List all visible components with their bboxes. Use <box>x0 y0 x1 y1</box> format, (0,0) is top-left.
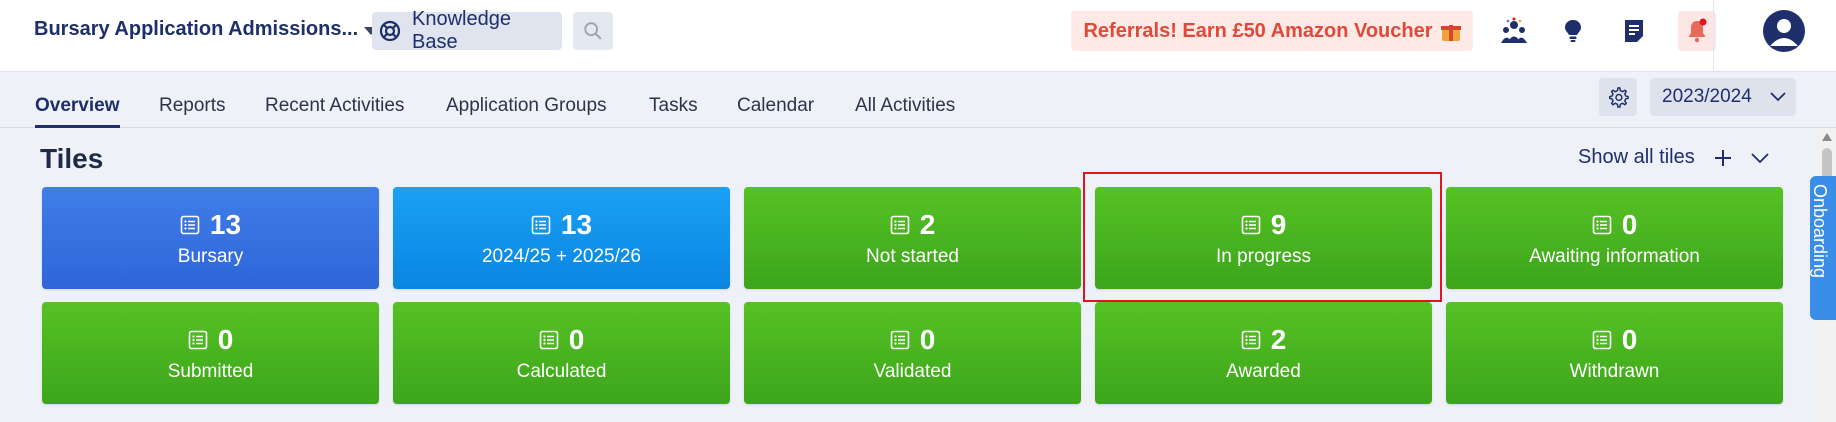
tile-label: Withdrawn <box>1569 361 1660 382</box>
tile-header: 13 <box>180 208 241 242</box>
plus-icon[interactable] <box>1713 148 1733 168</box>
list-icon <box>1592 215 1612 235</box>
list-icon <box>180 215 200 235</box>
tile-header: 0 <box>1592 323 1638 357</box>
tile-header: 2 <box>1241 323 1287 357</box>
community-icon[interactable] <box>1497 14 1531 48</box>
tile-validated[interactable]: 0 Validated <box>744 302 1081 404</box>
tile-header: 2 <box>890 208 936 242</box>
tab-overview[interactable]: Overview <box>35 95 120 128</box>
scroll-up-arrow-icon[interactable] <box>1822 133 1832 141</box>
tile-count: 13 <box>209 209 242 240</box>
tiles-section-title: Tiles <box>40 143 104 174</box>
tile-count: 2 <box>1270 324 1287 355</box>
list-icon <box>539 330 559 350</box>
chevron-down-icon[interactable] <box>1751 152 1769 164</box>
tile-count: 13 <box>560 209 593 240</box>
tile-not-started[interactable]: 2 Not started <box>744 187 1081 289</box>
app-title: Bursary Application Admissions... <box>34 18 359 40</box>
selection-highlight <box>1083 172 1442 302</box>
navigation-tabs: Overview Reports Recent Activities Appli… <box>0 72 1836 128</box>
tile-count: 0 <box>217 324 234 355</box>
onboarding-label: Onboarding <box>1810 184 1830 279</box>
onboarding-tab[interactable]: Onboarding <box>1810 176 1836 320</box>
tab-calendar[interactable]: Calendar <box>737 95 814 125</box>
year-value: 2023/2024 <box>1662 86 1752 107</box>
tile-label: Submitted <box>167 361 254 382</box>
app-switcher[interactable]: Bursary Application Admissions... <box>34 18 379 41</box>
list-icon <box>531 215 551 235</box>
notifications-bell-icon[interactable] <box>1678 11 1716 51</box>
show-all-tiles[interactable]: Show all tiles <box>1578 146 1769 169</box>
tile-header: 0 <box>539 323 585 357</box>
tile-label: Calculated <box>516 361 607 382</box>
tile-header: 0 <box>188 323 234 357</box>
tile-label: Awarded <box>1226 361 1301 382</box>
tile-submitted[interactable]: 0 Submitted <box>42 302 379 404</box>
tile-2024-25-2025-26[interactable]: 13 2024/25 + 2025/26 <box>393 187 730 289</box>
year-selector[interactable]: 2023/2024 <box>1650 78 1796 116</box>
gift-icon <box>1440 21 1461 41</box>
knowledge-base-button[interactable]: Knowledge Base <box>372 8 562 53</box>
tile-calculated[interactable]: 0 Calculated <box>393 302 730 404</box>
tile-count: 0 <box>1621 324 1638 355</box>
lifebuoy-icon <box>379 20 401 42</box>
tile-label: Validated <box>873 361 952 382</box>
search-button[interactable] <box>573 12 613 50</box>
tile-label: Awaiting information <box>1529 246 1700 267</box>
referral-banner[interactable]: Referrals! Earn £50 Amazon Voucher <box>1071 11 1473 51</box>
referral-text: Referrals! Earn £50 Amazon Voucher <box>1083 19 1433 42</box>
tile-bursary[interactable]: 13 Bursary <box>42 187 379 289</box>
tile-label: Bursary <box>177 246 244 267</box>
list-icon <box>890 330 910 350</box>
top-bar: Bursary Application Admissions... Knowle… <box>0 0 1836 72</box>
tile-count: 0 <box>568 324 585 355</box>
show-all-tiles-label: Show all tiles <box>1578 146 1695 168</box>
tab-tasks[interactable]: Tasks <box>649 95 698 125</box>
list-icon <box>188 330 208 350</box>
tab-recent-activities[interactable]: Recent Activities <box>265 95 404 125</box>
tile-awarded[interactable]: 2 Awarded <box>1095 302 1432 404</box>
tile-header: 13 <box>531 208 592 242</box>
tile-awaiting-information[interactable]: 0 Awaiting information <box>1446 187 1783 289</box>
tile-count: 0 <box>1621 209 1638 240</box>
tile-withdrawn[interactable]: 0 Withdrawn <box>1446 302 1783 404</box>
list-icon <box>890 215 910 235</box>
chevron-down-icon <box>1770 92 1786 102</box>
gear-icon <box>1609 87 1629 108</box>
tab-application-groups[interactable]: Application Groups <box>446 95 607 125</box>
tile-header: 0 <box>1592 208 1638 242</box>
tile-label: 2024/25 + 2025/26 <box>481 246 641 267</box>
tab-all-activities[interactable]: All Activities <box>855 95 955 125</box>
tile-header: 0 <box>890 323 936 357</box>
knowledge-base-label: Knowledge Base <box>411 8 511 53</box>
tile-label: Not started <box>866 246 959 267</box>
tile-count: 0 <box>919 324 936 355</box>
header-divider <box>1713 0 1714 72</box>
notes-icon[interactable] <box>1617 14 1651 48</box>
search-icon <box>584 22 602 40</box>
user-avatar-icon[interactable] <box>1763 10 1805 52</box>
settings-button[interactable] <box>1599 78 1637 116</box>
list-icon <box>1592 330 1612 350</box>
tile-count: 2 <box>919 209 936 240</box>
lightbulb-icon[interactable] <box>1556 14 1590 48</box>
list-icon <box>1241 330 1261 350</box>
tab-reports[interactable]: Reports <box>159 95 226 125</box>
